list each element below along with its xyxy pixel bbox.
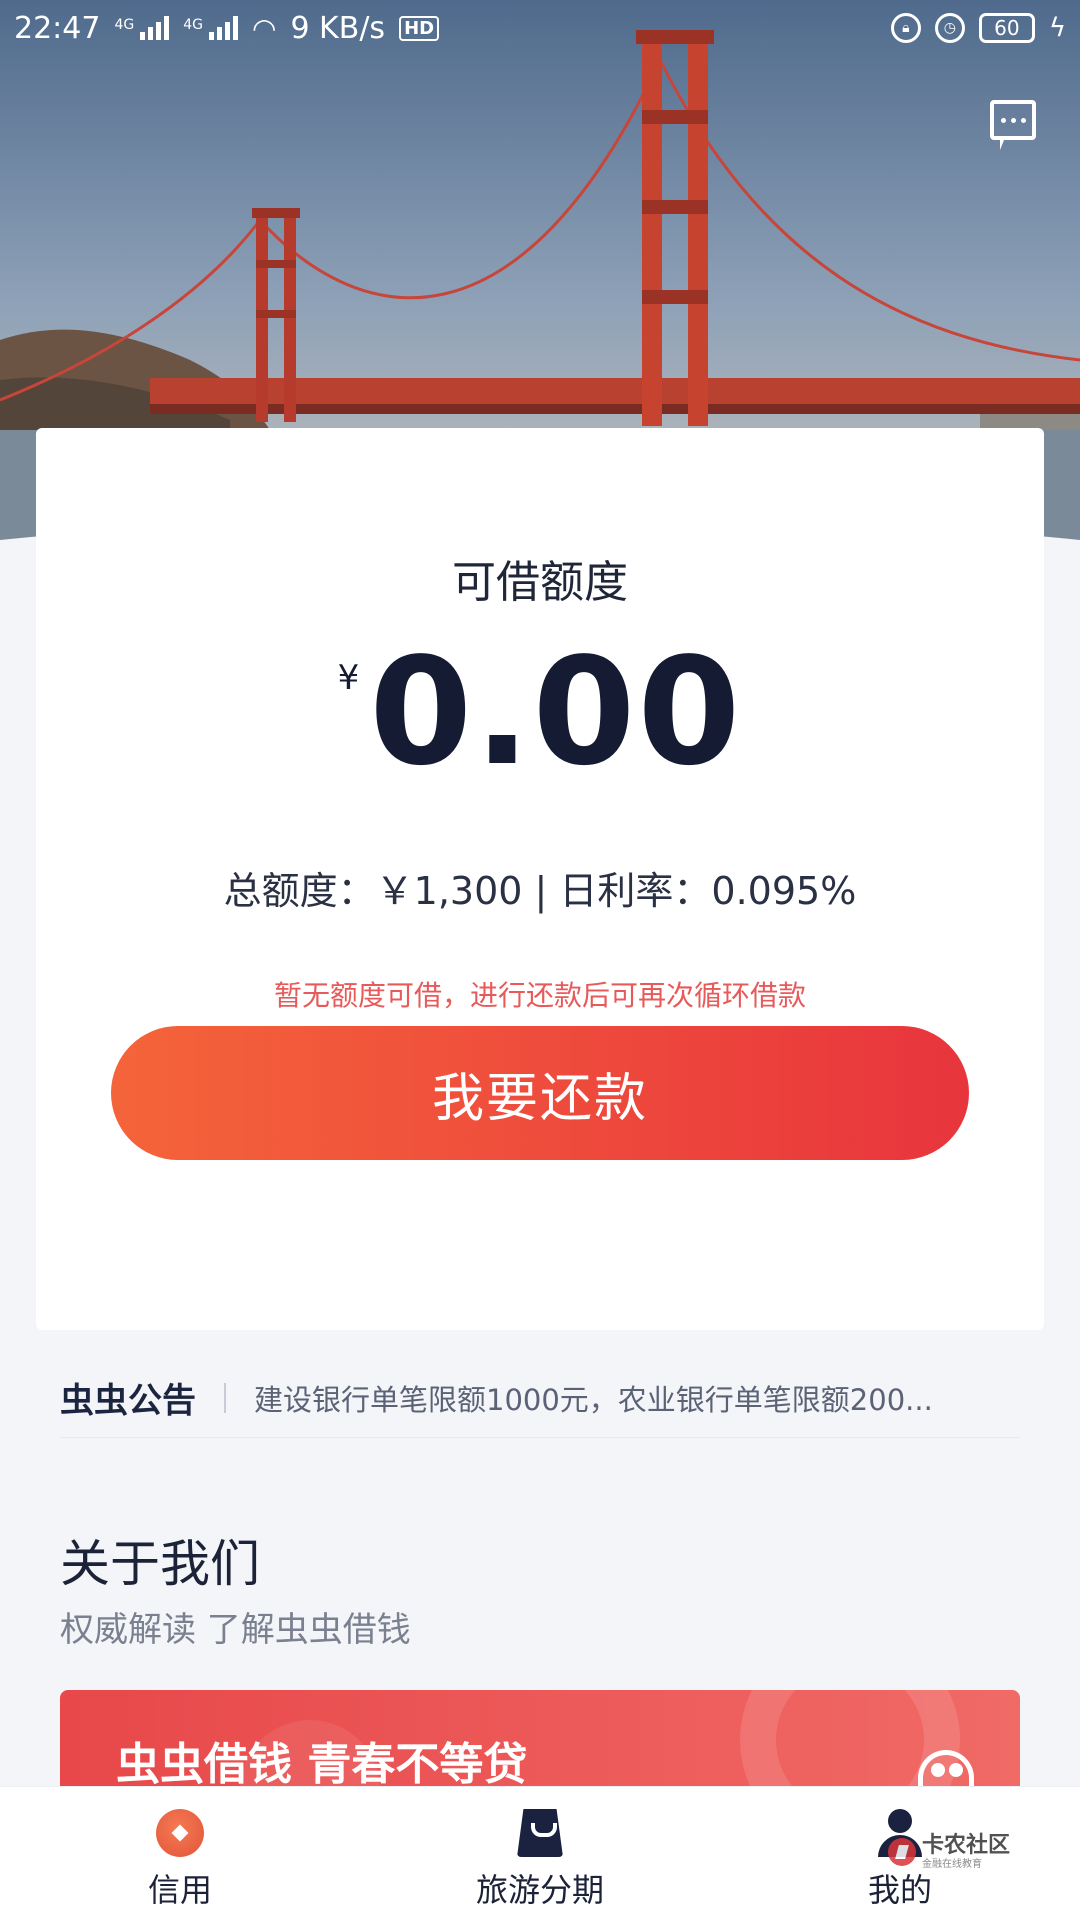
credit-card-panel: 可借额度 ¥ 0.00 总额度：￥1,300 | 日利率：0.095% 暂无额度… (36, 428, 1044, 1330)
nav-item-credit[interactable]: 信用 (0, 1787, 360, 1920)
repay-button[interactable]: 我要还款 (111, 1026, 969, 1160)
hd-voice-icon: HD (399, 15, 440, 41)
shopping-bag-icon (517, 1809, 563, 1857)
nav-label-credit: 信用 (147, 1871, 212, 1909)
status-bar: 22:47 4G 4G ◠ 9 KB/s HD 🔒︎ ◷ 60 ϟ (0, 0, 1080, 56)
message-icon[interactable] (990, 100, 1036, 150)
available-credit-label: 可借额度 (452, 557, 628, 608)
network-type-label-2: 4G (183, 16, 203, 33)
signal-icon-2 (209, 16, 238, 40)
watermark-sub: 金融在线教育 (922, 1858, 982, 1870)
signal-icon (140, 16, 170, 40)
wifi-icon: ◠ (252, 11, 277, 45)
watermark: 卡农社区 金融在线教育 (888, 1832, 1038, 1872)
watermark-main: 卡农社区 (922, 1832, 1011, 1858)
status-time: 22:47 (14, 10, 101, 46)
battery-icon: 60 (978, 13, 1035, 43)
no-credit-notice: 暂无额度可借，进行还款后可再次循环借款 (273, 979, 806, 1012)
announcement-title: 虫虫公告 (60, 1381, 196, 1421)
charging-icon: ϟ (1048, 13, 1066, 43)
nav-label-travel: 旅游分期 (475, 1871, 604, 1909)
nav-item-travel-installment[interactable]: 旅游分期 (360, 1787, 720, 1920)
watermark-text: 卡农社区 金融在线教育 (922, 1832, 1011, 1870)
divider (224, 1382, 226, 1413)
status-left: 22:47 4G 4G ◠ 9 KB/s HD (14, 10, 440, 46)
banner-slogan: 虫虫借钱 青春不等贷 (116, 1739, 528, 1790)
currency-symbol: ¥ (337, 658, 360, 698)
available-amount: ¥ 0.00 (36, 638, 1044, 786)
about-title: 关于我们 (60, 1535, 260, 1593)
status-right: 🔒︎ ◷ 60 ϟ (890, 13, 1066, 43)
lock-rotation-icon: 🔒︎ (890, 13, 921, 43)
battery-level: 60 (994, 16, 1020, 40)
network-speed: 9 KB/s (290, 10, 386, 46)
amount-value: 0.00 (369, 626, 743, 798)
announcement-text: 建设银行单笔限额1000元，农业银行单笔限额200... (254, 1382, 933, 1417)
alarm-icon: ◷ (934, 13, 965, 43)
announcement-bar[interactable]: 虫虫公告 建设银行单笔限额1000元，农业银行单笔限额200... (60, 1358, 1020, 1438)
credit-icon (156, 1809, 204, 1857)
network-type-label: 4G (114, 16, 135, 33)
watermark-logo-icon (888, 1838, 916, 1866)
about-subtitle: 权威解读 了解虫虫借钱 (60, 1610, 411, 1650)
total-credit-rate: 总额度：￥1,300 | 日利率：0.095% (223, 869, 857, 913)
